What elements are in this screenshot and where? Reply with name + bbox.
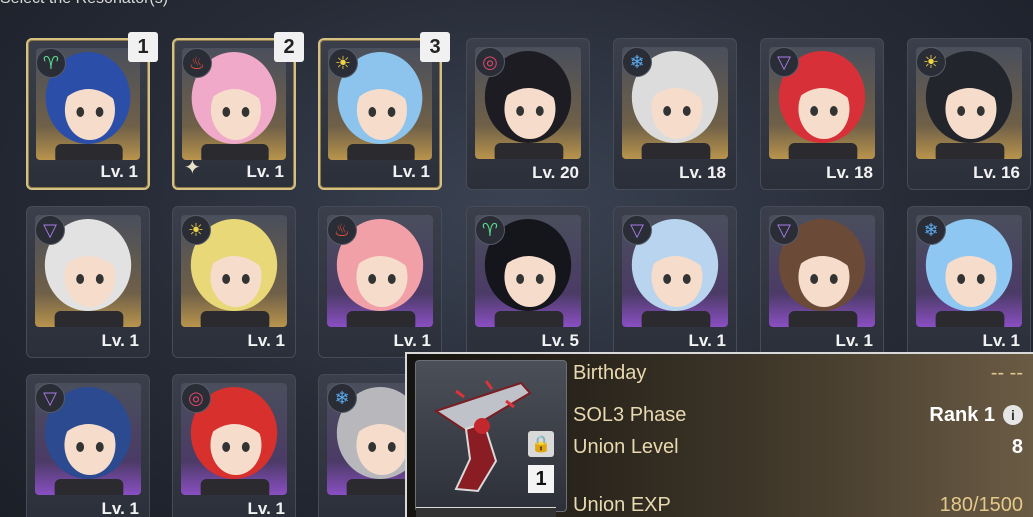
birthday-row: Birthday -- -- bbox=[573, 358, 1023, 388]
fusion-icon: ♨ bbox=[182, 48, 212, 78]
weapon-slot[interactable]: 🔒 1 bbox=[415, 360, 567, 517]
level-label: Lv. 1 bbox=[392, 162, 430, 181]
level-label: Lv. 1 bbox=[393, 331, 431, 350]
level-label: Lv. 16 bbox=[973, 163, 1020, 182]
level-label: Lv. 1 bbox=[101, 331, 139, 350]
level-label: Lv. 18 bbox=[826, 163, 873, 182]
weapon-rank-badge: 1 bbox=[528, 465, 554, 493]
profile-panel: 🔒 1 Birthday -- -- SOL3 Phase Rank 1 i U… bbox=[405, 352, 1033, 517]
level-label: Lv. 5 bbox=[541, 331, 579, 350]
electro-icon: ▽ bbox=[769, 47, 799, 77]
spectro-icon: ☀ bbox=[181, 215, 211, 245]
union-level-value: 8 bbox=[1011, 435, 1023, 458]
level-label: Lv. 20 bbox=[532, 163, 579, 182]
level-label: Lv. 1 bbox=[835, 331, 873, 350]
union-exp-label: Union EXP bbox=[573, 493, 671, 516]
electro-icon: ▽ bbox=[35, 383, 65, 413]
havoc-icon: ◎ bbox=[181, 383, 211, 413]
resonator-card[interactable]: ◎ Lv. 1 bbox=[172, 374, 296, 517]
level-label: Lv. 1 bbox=[982, 331, 1020, 350]
havoc-icon: ◎ bbox=[475, 47, 505, 77]
union-exp-row: Union EXP 180/1500 bbox=[573, 490, 1023, 517]
level-label: Lv. 18 bbox=[679, 163, 726, 182]
phase-value-wrap: Rank 1 i bbox=[929, 404, 1023, 427]
resonator-card[interactable]: ◎ Lv. 20 bbox=[466, 38, 590, 190]
resonator-card[interactable]: ☀ Lv. 16 bbox=[907, 38, 1031, 190]
resonator-card[interactable]: ▽ Lv. 1 bbox=[26, 206, 150, 358]
level-label: Lv. 1 bbox=[246, 162, 284, 181]
fusion-icon: ♨ bbox=[327, 215, 357, 245]
glacio-icon: ❄ bbox=[916, 215, 946, 245]
resonator-card[interactable]: ♨ Lv. 1 bbox=[318, 206, 442, 358]
selection-order-badge: 2 bbox=[274, 32, 304, 62]
resonator-card[interactable]: ▽ Lv. 1 bbox=[760, 206, 884, 358]
electro-icon: ▽ bbox=[622, 215, 652, 245]
glacio-icon: ❄ bbox=[327, 383, 357, 413]
electro-icon: ▽ bbox=[769, 215, 799, 245]
level-label: Lv. 1 bbox=[101, 499, 139, 517]
union-exp-value: 180/1500 bbox=[939, 493, 1023, 516]
union-level-label: Union Level bbox=[573, 435, 679, 458]
aero-icon: ♈ bbox=[36, 48, 66, 78]
resonator-card[interactable]: ▽ Lv. 1 bbox=[613, 206, 737, 358]
aero-icon: ♈ bbox=[475, 215, 505, 245]
sparkle-icon: ✦ bbox=[184, 157, 201, 179]
union-level-row: Union Level 8 bbox=[573, 432, 1023, 462]
level-label: Lv. 1 bbox=[247, 331, 285, 350]
birthday-label: Birthday bbox=[573, 361, 647, 384]
page-title: Select the Resonator(s) bbox=[0, 0, 168, 12]
resonator-card[interactable]: ☀ Lv. 1 bbox=[172, 206, 296, 358]
phase-value: Rank 1 bbox=[929, 403, 995, 426]
glacio-icon: ❄ bbox=[622, 47, 652, 77]
level-label: Lv. 1 bbox=[100, 162, 138, 181]
level-label: Lv. 1 bbox=[688, 331, 726, 350]
resonator-card[interactable]: ▽ Lv. 18 bbox=[760, 38, 884, 190]
selection-order-badge: 3 bbox=[420, 32, 450, 62]
spectro-icon: ☀ bbox=[916, 47, 946, 77]
resonator-card[interactable]: ▽ Lv. 1 bbox=[26, 374, 150, 517]
info-icon[interactable]: i bbox=[1003, 405, 1023, 425]
level-label: Lv. 1 bbox=[247, 499, 285, 517]
resonator-card[interactable]: ❄ Lv. 1 bbox=[907, 206, 1031, 358]
selection-order-badge: 1 bbox=[128, 32, 158, 62]
phase-row: SOL3 Phase Rank 1 i bbox=[573, 400, 1023, 430]
phase-label: SOL3 Phase bbox=[573, 403, 687, 426]
birthday-value: -- -- bbox=[990, 361, 1023, 384]
spectro-icon: ☀ bbox=[328, 48, 358, 78]
weapon-bar bbox=[416, 507, 556, 517]
lock-icon[interactable]: 🔒 bbox=[528, 431, 554, 457]
electro-icon: ▽ bbox=[35, 215, 65, 245]
resonator-card[interactable]: ❄ Lv. 18 bbox=[613, 38, 737, 190]
resonator-card[interactable]: ♈ Lv. 5 bbox=[466, 206, 590, 358]
